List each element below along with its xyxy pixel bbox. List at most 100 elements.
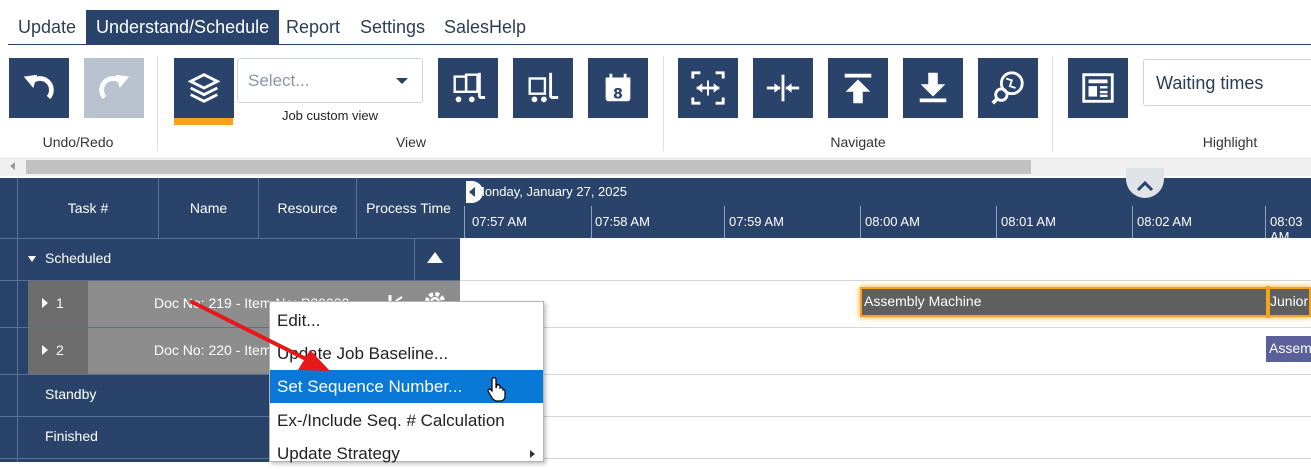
timeline-row-divider — [460, 280, 1311, 281]
menu-item-update-strategy[interactable]: Update Strategy — [270, 437, 543, 470]
time-label: 07:57 AM — [472, 214, 527, 229]
time-tick — [1132, 206, 1133, 238]
menu-saleshelp[interactable]: SalesHelp — [434, 10, 536, 44]
view-select-placeholder: Select... — [248, 71, 310, 90]
scrollbar-thumb[interactable] — [26, 160, 1031, 174]
forklift-button[interactable] — [513, 58, 573, 118]
arrow-down-to-bottom-icon — [919, 72, 947, 103]
ribbon: Undo/Redo Select... Job custom view 8 Vi… — [0, 46, 1311, 156]
time-tick — [1265, 206, 1266, 238]
row-divider — [0, 238, 460, 239]
ribbon-separator — [157, 56, 158, 151]
task-number: 2 — [56, 342, 64, 358]
redo-icon — [99, 74, 130, 100]
go-to-top-button[interactable] — [828, 58, 888, 118]
chevron-right-icon — [530, 450, 535, 458]
time-tick — [591, 206, 592, 238]
time-label: 08:00 AM — [865, 214, 920, 229]
time-label: 07:59 AM — [729, 214, 784, 229]
menu-divider — [8, 44, 1311, 45]
highlight-select[interactable]: Waiting times — [1143, 59, 1311, 106]
column-header-process-time[interactable]: Process Time — [357, 178, 460, 238]
timeline-header: Monday, January 27, 2025 07:57 AM 07:58 … — [460, 168, 1311, 244]
group-standby[interactable]: Standby — [45, 386, 96, 402]
layers-icon — [187, 73, 221, 103]
timeline-row-divider — [460, 416, 1311, 417]
forklift-multi-button[interactable] — [438, 58, 498, 118]
menu-item-exclude-include-seq[interactable]: Ex-/Include Seq. # Calculation — [270, 404, 543, 437]
search-globe-button[interactable] — [978, 58, 1038, 118]
chevron-up-icon — [1136, 180, 1154, 192]
group-scheduled[interactable]: Scheduled — [45, 250, 111, 266]
time-label: 07:58 AM — [595, 214, 650, 229]
time-label: 08:03 AM — [1270, 214, 1303, 244]
column-header-name[interactable]: Name — [159, 178, 259, 238]
menu-update[interactable]: Update — [8, 10, 86, 44]
gantt-bar-label: Assembly Machine — [864, 293, 982, 309]
expand-horizontal-button[interactable] — [678, 58, 738, 118]
layers-button[interactable] — [174, 58, 234, 118]
ribbon-scrollbar[interactable] — [0, 157, 1311, 176]
row-indicator-divider — [17, 178, 18, 462]
highlight-select-value: Waiting times — [1156, 73, 1264, 93]
scroll-left-arrow-icon[interactable] — [10, 162, 15, 170]
menu-settings[interactable]: Settings — [350, 10, 435, 44]
ribbon-separator — [663, 56, 664, 151]
column-header-task[interactable]: Task # — [18, 178, 159, 238]
gantt-bar-assembly-machine[interactable]: Assembly Machine Junior — [860, 286, 1311, 318]
collapse-up-icon[interactable] — [427, 252, 443, 263]
arrow-up-to-top-icon — [844, 73, 872, 104]
expand-triangle-icon[interactable] — [42, 345, 48, 355]
time-tick — [860, 206, 861, 238]
chevron-left-icon — [469, 187, 475, 197]
forklift-icon — [528, 72, 559, 103]
group-finished[interactable]: Finished — [45, 428, 98, 444]
gantt-bar-next-label: Junior — [1270, 293, 1309, 309]
collapse-header-button[interactable] — [1126, 168, 1164, 198]
ribbon-separator — [1052, 56, 1053, 151]
task-number: 1 — [56, 295, 64, 311]
menu-understand-schedule[interactable]: Understand/Schedule — [86, 10, 280, 44]
undo-button[interactable] — [9, 58, 69, 118]
group-label-navigate: Navigate — [830, 134, 886, 150]
collapse-horizontal-icon — [766, 74, 800, 102]
undo-icon — [23, 74, 54, 100]
report-view-button[interactable] — [1068, 58, 1128, 118]
group-label-highlight: Highlight — [1202, 134, 1258, 150]
forklift-multi-icon — [453, 72, 486, 103]
search-globe-icon — [991, 71, 1024, 105]
collapse-horizontal-button[interactable] — [753, 58, 813, 118]
timeline-row-divider — [460, 458, 1311, 459]
gantt-bar-label: Assem — [1269, 340, 1311, 356]
view-select[interactable]: Select... — [237, 58, 423, 103]
column-header-resource[interactable]: Resource — [259, 178, 357, 238]
expand-horizontal-icon — [691, 71, 725, 105]
chevron-down-icon — [396, 78, 408, 84]
active-indicator — [174, 118, 233, 125]
group-label-view: View — [395, 134, 427, 150]
timeline-row-divider — [460, 327, 1311, 328]
group-label-undo-redo: Undo/Redo — [42, 134, 114, 150]
expand-triangle-icon[interactable] — [42, 298, 48, 308]
hand-cursor-icon — [487, 377, 506, 402]
menu-bar: Update Understand/Schedule Report Settin… — [0, 0, 1311, 45]
calendar-icon: 8 — [605, 73, 631, 102]
menu-item-label: Update Strategy — [277, 444, 400, 463]
newspaper-icon — [1082, 73, 1114, 103]
time-label: 08:02 AM — [1137, 214, 1192, 229]
time-tick — [724, 206, 725, 238]
job-custom-view-label: Job custom view — [281, 108, 379, 123]
annotation-arrow-icon — [190, 300, 330, 371]
timeline-row-divider — [460, 374, 1311, 375]
group-divider — [414, 238, 415, 280]
collapse-triangle-icon[interactable] — [28, 256, 36, 262]
go-to-bottom-button[interactable] — [903, 58, 963, 118]
timeline-date: Monday, January 27, 2025 — [474, 184, 627, 199]
gantt-bar-task-2[interactable]: Assem — [1266, 336, 1311, 362]
calendar-day: 8 — [613, 86, 623, 102]
calendar-button[interactable]: 8 — [588, 58, 648, 118]
gantt-timeline: Monday, January 27, 2025 07:57 AM 07:58 … — [460, 168, 1311, 462]
time-tick — [464, 206, 465, 238]
menu-report[interactable]: Report — [276, 10, 350, 44]
redo-button[interactable] — [84, 58, 144, 118]
